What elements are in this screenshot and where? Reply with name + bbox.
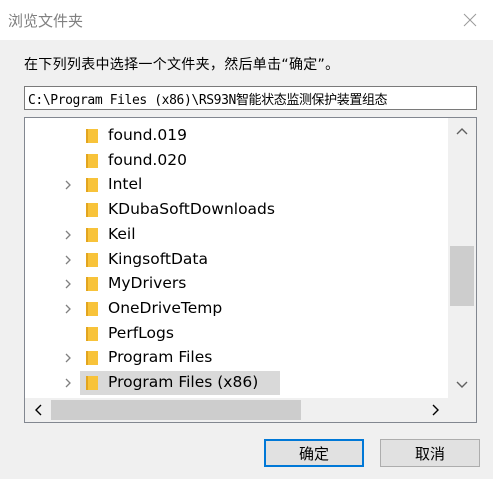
ok-button[interactable]: 确定 xyxy=(264,439,364,467)
tree-item-label: Keil xyxy=(108,224,136,243)
chevron-right-icon[interactable] xyxy=(63,352,73,364)
vertical-scroll-thumb[interactable] xyxy=(450,246,474,306)
tree-item[interactable]: MyDrivers xyxy=(25,272,449,296)
tree-item[interactable]: Program Files xyxy=(25,346,449,370)
folder-icon xyxy=(86,203,98,218)
horizontal-scrollbar[interactable] xyxy=(25,398,449,422)
chevron-up-icon xyxy=(456,128,468,135)
tree-item[interactable]: KDubaSoftDownloads xyxy=(25,198,449,222)
tree-item-label: KDubaSoftDownloads xyxy=(108,200,275,219)
folder-icon xyxy=(86,376,98,390)
scroll-right-button[interactable] xyxy=(423,398,449,422)
chevron-right-icon[interactable] xyxy=(63,179,73,191)
tree-item[interactable]: PerfLogs xyxy=(25,322,449,346)
close-button[interactable] xyxy=(447,0,493,40)
chevron-right-icon xyxy=(432,404,439,416)
tree-item-label: KingsoftData xyxy=(108,249,208,268)
scrollbar-corner xyxy=(448,398,476,422)
horizontal-scroll-thumb[interactable] xyxy=(51,400,301,420)
chevron-left-icon xyxy=(35,404,42,416)
cancel-button[interactable]: 取消 xyxy=(380,439,480,467)
dialog-title: 浏览文件夹 xyxy=(8,12,84,30)
tree-item[interactable]: found.020 xyxy=(25,149,449,173)
tree-item-label: OneDriveTemp xyxy=(108,298,223,317)
tree-item-label: found.019 xyxy=(108,126,187,144)
folder-icon xyxy=(86,252,98,267)
folder-icon xyxy=(86,301,98,316)
folder-icon xyxy=(86,326,98,341)
folder-icon xyxy=(86,153,98,168)
tree-item-label: found.020 xyxy=(108,150,187,169)
tree-item[interactable]: Intel xyxy=(25,173,449,197)
chevron-right-icon[interactable] xyxy=(63,278,73,290)
tree-viewport: found.019 found.020 Intel KDubaSoftDownload… xyxy=(25,118,449,398)
tree-item[interactable]: OneDriveTemp xyxy=(25,297,449,321)
chevron-down-icon xyxy=(456,381,468,388)
close-icon xyxy=(463,13,477,27)
tree-item[interactable]: found.019 xyxy=(25,124,449,148)
folder-icon xyxy=(86,227,98,242)
tree-item[interactable]: Keil xyxy=(25,223,449,247)
tree-item-label: MyDrivers xyxy=(108,274,187,293)
instruction-text: 在下列列表中选择一个文件夹，然后单击“确定”。 xyxy=(24,57,340,73)
scroll-down-button[interactable] xyxy=(448,372,476,398)
dialog-body: 在下列列表中选择一个文件夹，然后单击“确定”。 C:\Program Files… xyxy=(0,40,493,479)
vertical-scrollbar[interactable] xyxy=(448,118,476,398)
chevron-right-icon[interactable] xyxy=(63,377,73,389)
path-value: C:\Program Files (x86)\RS93N智能状态监测保护装置组态 xyxy=(28,93,388,108)
scroll-left-button[interactable] xyxy=(25,398,51,422)
title-bar[interactable]: 浏览文件夹 xyxy=(0,0,493,40)
tree-item-label: Program Files xyxy=(108,348,213,367)
browse-folder-dialog: 浏览文件夹 在下列列表中选择一个文件夹，然后单击“确定”。 C:\Program… xyxy=(0,0,493,479)
chevron-right-icon[interactable] xyxy=(63,254,73,266)
chevron-right-icon[interactable] xyxy=(63,229,73,241)
path-field[interactable]: C:\Program Files (x86)\RS93N智能状态监测保护装置组态 xyxy=(24,86,477,110)
folder-icon xyxy=(86,178,98,193)
tree-item-label: PerfLogs xyxy=(108,323,174,342)
folder-icon xyxy=(86,351,98,366)
tree-item[interactable]: KingsoftData xyxy=(25,248,449,272)
tree-item[interactable]: Program Files (x86) xyxy=(25,371,449,395)
scroll-up-button[interactable] xyxy=(448,118,476,144)
chevron-right-icon[interactable] xyxy=(63,303,73,315)
folder-icon xyxy=(86,277,98,292)
folder-icon xyxy=(86,129,98,143)
tree-item-label: Program Files (x86) xyxy=(108,373,259,391)
tree-item-label: Intel xyxy=(108,175,143,194)
folder-tree[interactable]: found.019 found.020 Intel KDubaSoftDownload… xyxy=(24,117,477,423)
